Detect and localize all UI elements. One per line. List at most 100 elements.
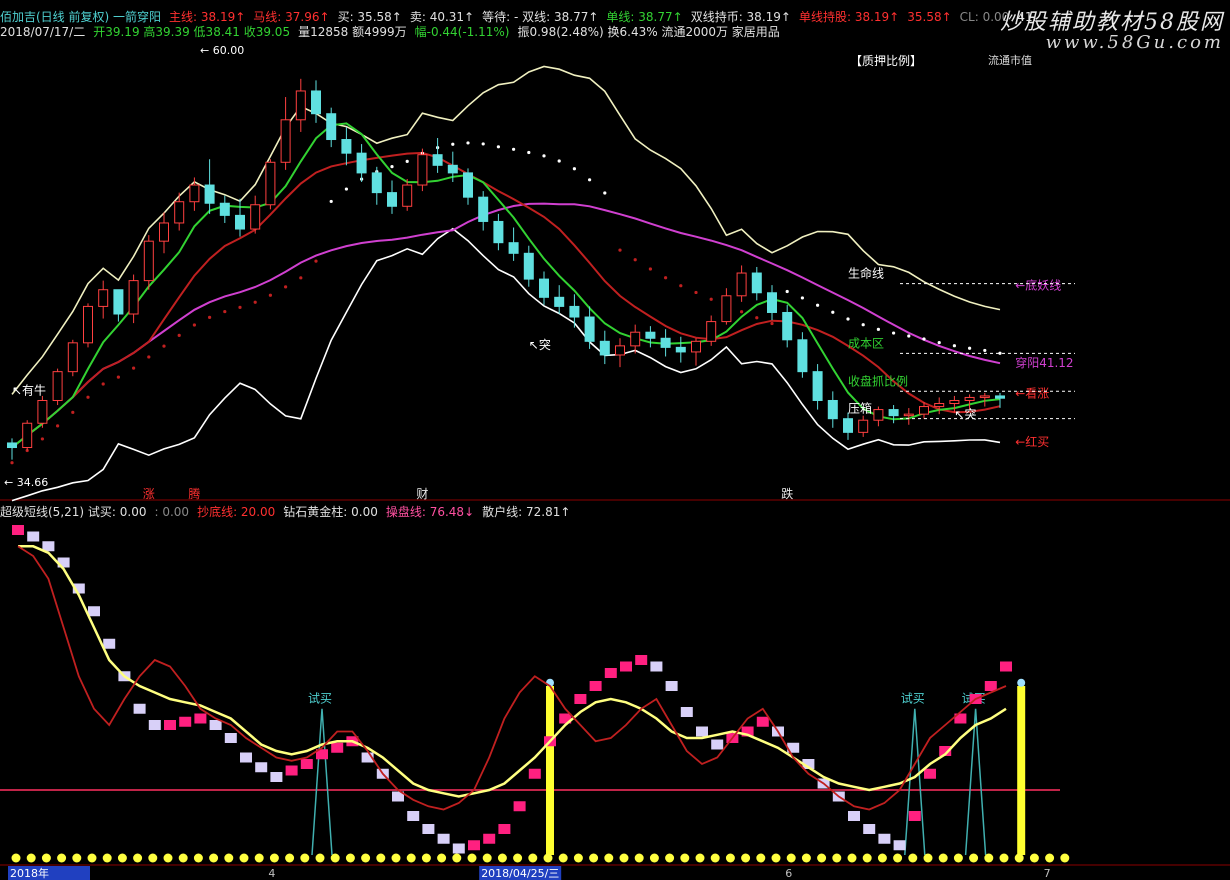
trail-dot-32 <box>496 145 500 149</box>
block-26 <box>407 811 420 821</box>
trail-dot-4 <box>71 410 75 414</box>
header-value-1: 主线: 38.19↑ <box>169 10 246 24</box>
block-15 <box>240 752 252 763</box>
header-value-8: 单线持股: 38.19↑ <box>798 10 900 24</box>
candle-body-2 <box>37 399 48 424</box>
candle-body-10 <box>159 222 169 242</box>
trail-dot-52 <box>800 296 805 300</box>
candle-body-37 <box>569 305 580 318</box>
trail-dot-2 <box>40 437 45 441</box>
trail-dot-33 <box>511 147 516 151</box>
trail-dot-11 <box>177 333 181 337</box>
candle-body-19 <box>295 90 306 121</box>
trail-dot-45 <box>694 290 698 295</box>
trail-dot-50 <box>770 321 774 326</box>
annotation-1: 成本区 <box>848 336 884 350</box>
candle-body-50 <box>767 292 777 313</box>
candle-body-16 <box>250 204 261 230</box>
osc-line-1 <box>17 545 1007 811</box>
block-12 <box>194 713 207 724</box>
ohlc-value-4: 振0.98(2.48%) 换6.43% 流通2000万 家居用品 <box>517 25 780 39</box>
axis-dot-44 <box>680 853 690 863</box>
block-55 <box>848 811 860 821</box>
trail-dot-35 <box>542 154 546 158</box>
axis-dot-2 <box>41 853 51 863</box>
axis-dot-12 <box>193 853 203 863</box>
block-11 <box>179 716 192 727</box>
block-65 <box>1000 661 1012 672</box>
candle-body-20 <box>311 90 321 115</box>
trial-buy-label-0: 试买 <box>308 690 332 705</box>
block-14 <box>224 733 237 743</box>
candle-body-1 <box>22 422 33 449</box>
candle-body-54 <box>827 399 838 420</box>
candle-body-48 <box>736 272 747 297</box>
block-31 <box>483 833 496 844</box>
bottom-mark-2: 财 <box>416 487 428 501</box>
candle-body-32 <box>493 220 504 244</box>
candle-body-30 <box>463 172 473 198</box>
header-value-4: 卖: 40.31↑ <box>409 10 475 24</box>
header-value-5: 等待: - 双线: 38.77↑ <box>482 10 599 24</box>
axis-dot-27 <box>421 853 431 863</box>
axis-dot-14 <box>224 853 234 863</box>
block-49 <box>756 716 769 727</box>
block-5 <box>88 606 100 617</box>
candle-body-8 <box>128 280 139 315</box>
chart-canvas[interactable]: ← 60.00 ← 34.66 生命线成本区收盘抓比例压箱 ↖突 ↖突 ↖有牛 ←底妖线穿阳… <box>0 0 1230 880</box>
trail-dot-48 <box>740 310 744 314</box>
axis-dot-26 <box>406 853 416 863</box>
block-42 <box>650 661 663 672</box>
trail-dot-14 <box>223 309 227 314</box>
axis-dot-47 <box>725 853 735 863</box>
candle-body-33 <box>508 242 519 254</box>
osc-line-0 <box>18 545 1007 798</box>
candle-body-17 <box>265 161 276 206</box>
candle-body-49 <box>751 272 762 294</box>
tab-pledge-ratio[interactable]: 【质押比例】 <box>850 52 922 69</box>
axis-dot-37 <box>573 853 583 863</box>
block-57 <box>878 833 891 844</box>
axis-dot-69 <box>1060 853 1070 863</box>
trail-dot-49 <box>755 316 759 320</box>
trail-dot-59 <box>907 334 911 338</box>
trail-dot-31 <box>481 142 485 146</box>
trail-dot-37 <box>572 167 577 171</box>
axis-dot-56 <box>862 853 872 863</box>
axis-dot-45 <box>695 853 705 863</box>
candle-body-34 <box>523 252 534 280</box>
trail-dot-39 <box>603 191 607 195</box>
candle-body-23 <box>356 152 367 174</box>
trail-dot-58 <box>892 331 896 335</box>
annotation-5: ↖突 <box>954 407 976 422</box>
ohlc-value-3: 幅-0.44(-1.11%) <box>414 25 510 39</box>
candle-body-31 <box>478 196 489 222</box>
candle-body-14 <box>219 202 230 216</box>
axis-dot-64 <box>984 853 994 863</box>
header-value-6: 单线: 38.77↑ <box>606 10 683 24</box>
axis-dot-8 <box>133 853 143 863</box>
candle-body-40 <box>615 345 625 356</box>
block-28 <box>437 833 450 844</box>
candle-body-35 <box>539 278 549 298</box>
candle-body-39 <box>599 340 610 356</box>
candle-body-9 <box>143 240 154 282</box>
candle-body-36 <box>554 296 565 307</box>
candle-body-65 <box>995 395 1005 399</box>
low-price-label: ← 34.66 <box>4 476 48 489</box>
trail-dot-43 <box>664 276 668 280</box>
axis-dot-19 <box>300 853 310 863</box>
candle-body-45 <box>691 340 701 353</box>
trail-dot-40 <box>618 248 622 252</box>
axis-dot-29 <box>452 853 462 863</box>
watermark-url: www.58Gu.com <box>1045 32 1224 53</box>
trail-dot-15 <box>238 305 242 309</box>
block-21 <box>331 742 344 753</box>
trail-dot-12 <box>192 323 196 327</box>
candle-body-4 <box>67 342 78 373</box>
axis-dot-51 <box>786 853 796 863</box>
trail-dot-34 <box>527 150 531 155</box>
indicator-header: 超级短线(5,21) 试买: 0.00: 0.00 抄底线: 20.00 钻石黄金柱… <box>0 505 578 519</box>
block-13 <box>209 720 222 730</box>
block-19 <box>300 759 313 769</box>
